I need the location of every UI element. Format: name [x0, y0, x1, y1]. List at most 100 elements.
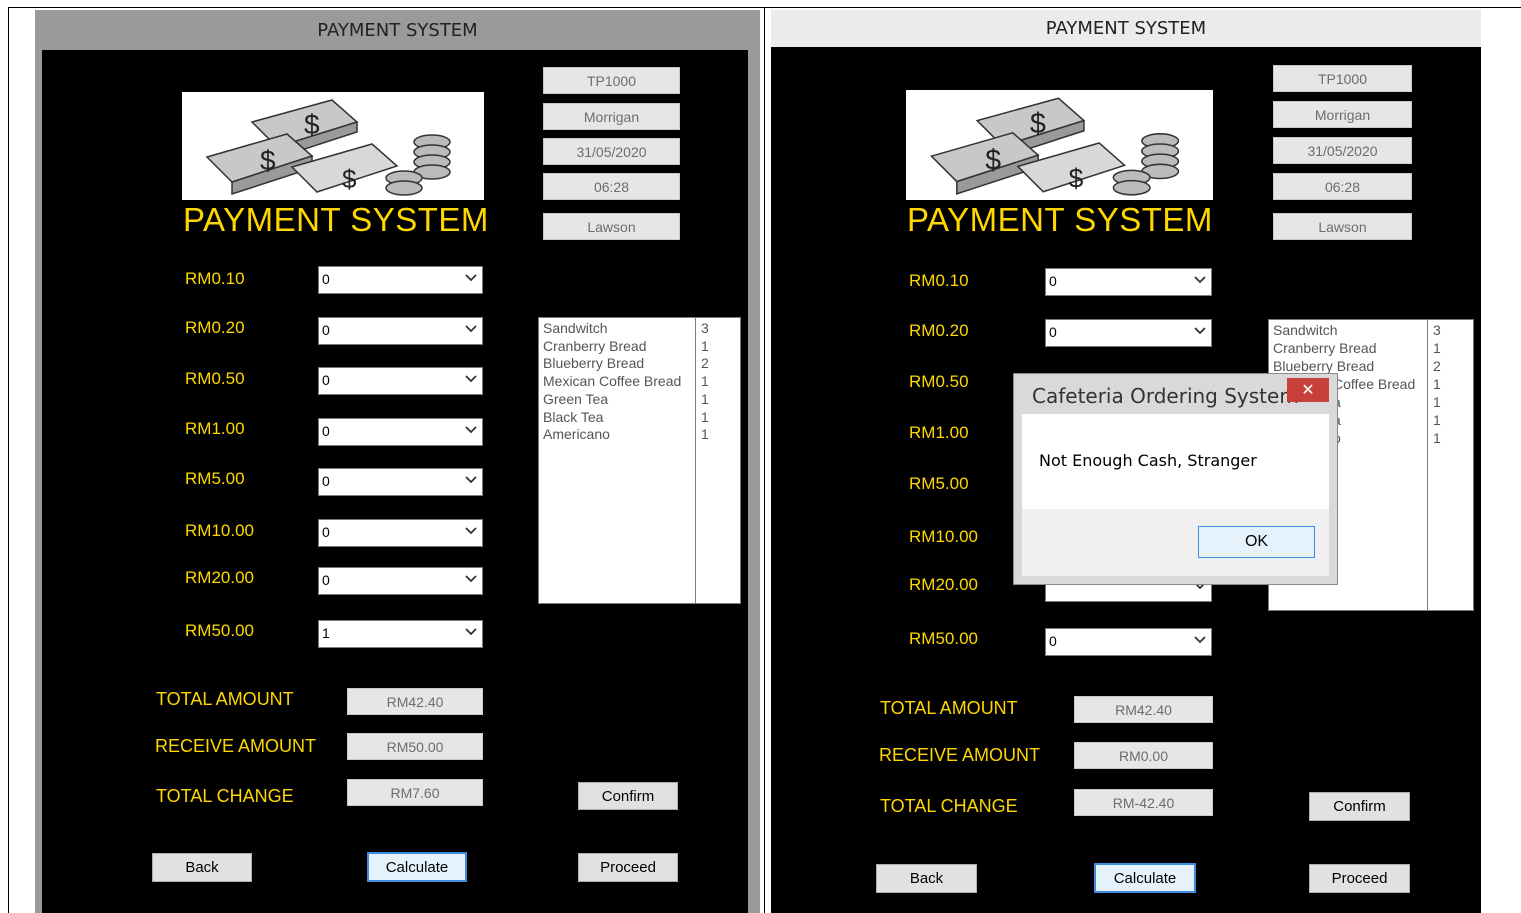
combo-value: 0 [322, 322, 330, 338]
chevron-down-icon [465, 325, 477, 333]
svg-text:$: $ [1069, 164, 1084, 194]
left-proceed-button[interactable]: Proceed [578, 853, 678, 882]
list-item-qty: 1 [1433, 340, 1441, 356]
list-item-qty: 1 [701, 408, 709, 425]
left-denom-label-20.00: RM20.00 [185, 568, 254, 587]
left-denom-label-1.00: RM1.00 [185, 419, 245, 438]
right-denom-label-20.00: RM20.00 [909, 575, 978, 594]
combo-value: 0 [322, 271, 330, 287]
dialog-body: Not Enough Cash, Stranger [1022, 414, 1329, 509]
right-total-change-value: RM-42.40 [1074, 789, 1213, 816]
right-back-button[interactable]: Back [876, 864, 977, 893]
right-info-id: TP1000 [1273, 65, 1412, 92]
list-item-name: Americano [543, 426, 610, 443]
list-item-qty: 1 [1433, 376, 1441, 392]
right-proceed-button[interactable]: Proceed [1309, 864, 1410, 893]
left-receive-amount-label: RECEIVE AMOUNT [155, 736, 317, 756]
chevron-down-icon [1194, 636, 1206, 644]
list-column-divider [1427, 320, 1428, 610]
combo-value: 0 [322, 572, 330, 588]
right-denom-select-50.00[interactable]: 0 [1045, 628, 1212, 656]
left-denom-label-5.00: RM5.00 [185, 469, 245, 488]
right-total-amount-value: RM42.40 [1074, 696, 1213, 723]
right-denom-label-0.50: RM0.50 [909, 372, 969, 391]
list-item-name: Green Tea [543, 390, 609, 407]
list-item-qty: 1 [1433, 430, 1441, 446]
list-item-qty: 1 [1433, 394, 1441, 410]
chevron-down-icon [465, 426, 477, 434]
combo-value: 1 [322, 625, 330, 641]
list-item-qty: 2 [1433, 358, 1441, 374]
left-denom-select-20.00[interactable]: 0 [318, 567, 483, 595]
frame-divider-line [764, 7, 765, 913]
left-info-date: 31/05/2020 [543, 138, 680, 165]
list-item-qty: 3 [1433, 322, 1441, 338]
ok-button[interactable]: OK [1198, 526, 1315, 558]
list-item-name: Blueberry Bread [543, 355, 645, 372]
left-denom-select-50.00[interactable]: 1 [318, 620, 483, 648]
right-denom-label-10.00: RM10.00 [909, 527, 978, 546]
svg-text:$: $ [342, 164, 357, 194]
right-denom-label-0.10: RM0.10 [909, 271, 969, 290]
list-item-qty: 1 [701, 390, 709, 407]
left-denom-label-0.10: RM0.10 [185, 269, 245, 288]
chevron-down-icon [465, 628, 477, 636]
list-item-qty: 1 [701, 426, 709, 443]
chevron-down-icon [465, 527, 477, 535]
combo-value: 0 [322, 524, 330, 540]
svg-text:$: $ [1030, 108, 1046, 140]
chevron-down-icon [1194, 327, 1206, 335]
combo-value: 0 [322, 423, 330, 439]
left-info-name: Morrigan [543, 103, 680, 130]
chevron-down-icon [465, 274, 477, 282]
chevron-down-icon [1194, 276, 1206, 284]
left-window-title: PAYMENT SYSTEM [317, 19, 478, 41]
right-info-time: 06:28 [1273, 173, 1412, 200]
left-total-amount-value: RM42.40 [347, 688, 483, 715]
left-denom-select-0.20[interactable]: 0 [318, 317, 483, 345]
right-denom-select-0.10[interactable]: 0 [1045, 268, 1212, 296]
alert-dialog: Cafeteria Ordering System ✕ Not Enough C… [1013, 373, 1338, 585]
right-total-amount-label: TOTAL AMOUNT [880, 698, 1018, 718]
left-order-list[interactable]: Sandwitch 3 Cranberry Bread 1 Blueberry … [538, 317, 741, 604]
svg-text:$: $ [304, 109, 320, 140]
left-denom-label-10.00: RM10.00 [185, 521, 254, 540]
money-image: $ $ $ [906, 90, 1213, 200]
left-total-change-label: TOTAL CHANGE [156, 786, 294, 806]
left-total-amount-label: TOTAL AMOUNT [156, 689, 294, 709]
list-item-name: Cranberry Bread [1273, 340, 1377, 356]
close-icon[interactable]: ✕ [1287, 378, 1329, 402]
list-item-qty: 1 [1433, 412, 1441, 428]
left-denom-label-0.20: RM0.20 [185, 318, 245, 337]
right-confirm-button[interactable]: Confirm [1309, 792, 1410, 821]
list-column-divider [695, 318, 696, 603]
list-item-qty: 2 [701, 355, 709, 372]
left-denom-select-5.00[interactable]: 0 [318, 468, 483, 496]
right-receive-amount-label: RECEIVE AMOUNT [879, 745, 1041, 765]
left-denom-select-0.10[interactable]: 0 [318, 266, 483, 294]
left-back-button[interactable]: Back [152, 853, 252, 882]
left-denom-select-10.00[interactable]: 0 [318, 519, 483, 547]
left-confirm-button[interactable]: Confirm [578, 782, 678, 810]
combo-value: 0 [1049, 324, 1057, 340]
chevron-down-icon [465, 476, 477, 484]
svg-text:$: $ [985, 144, 1001, 176]
right-payment-heading: PAYMENT SYSTEM [907, 201, 1213, 238]
combo-value: 0 [1049, 273, 1057, 289]
list-item-name: Sandwitch [543, 320, 608, 336]
right-calculate-button[interactable]: Calculate [1094, 863, 1196, 893]
right-window-title: PAYMENT SYSTEM [1045, 17, 1207, 39]
left-denom-label-0.50: RM0.50 [185, 369, 245, 388]
right-info-cashier: Lawson [1273, 213, 1412, 240]
right-denom-select-0.20[interactable]: 0 [1045, 319, 1212, 347]
left-info-id: TP1000 [543, 67, 680, 94]
list-item-qty: 1 [701, 373, 709, 390]
left-info-time: 06:28 [543, 173, 680, 200]
left-calculate-button[interactable]: Calculate [367, 852, 467, 882]
list-item-qty: 3 [701, 320, 709, 336]
left-denom-select-1.00[interactable]: 0 [318, 418, 483, 446]
left-denom-select-0.50[interactable]: 0 [318, 367, 483, 395]
list-item-qty: 1 [701, 337, 709, 354]
right-info-name: Morrigan [1273, 101, 1412, 128]
left-payment-heading: PAYMENT SYSTEM [183, 201, 489, 238]
